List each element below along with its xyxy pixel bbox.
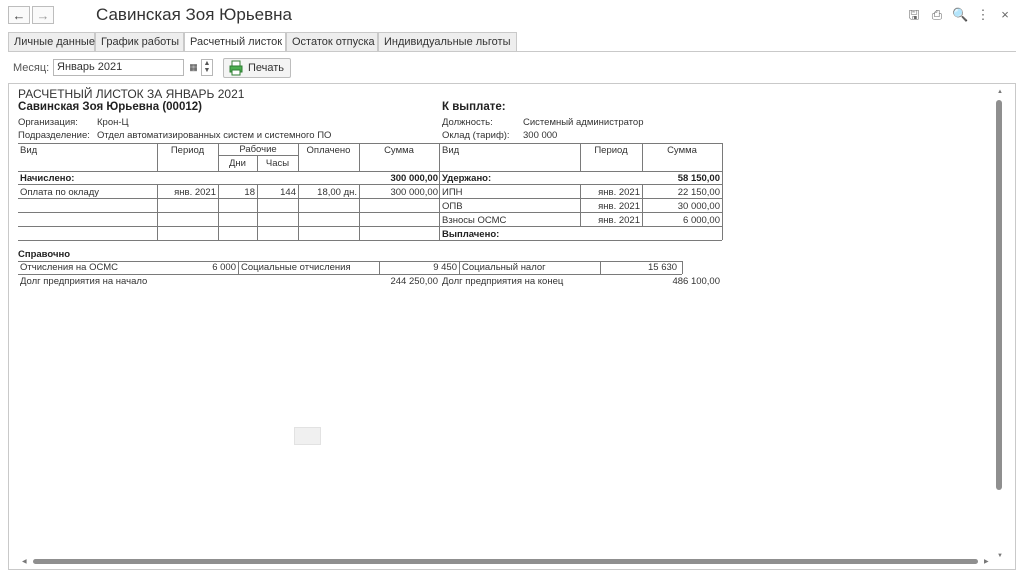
window-header: ← → Савинская Зоя Юрьевна 🖫 ⎙ 🔍 ⋮ ×	[0, 0, 1024, 30]
tab-payslip[interactable]: Расчетный листок	[184, 32, 286, 52]
debt-end-value: 486 100,00	[672, 276, 720, 287]
more-icon[interactable]: ⋮	[975, 7, 991, 23]
header-sum: Сумма	[384, 145, 414, 156]
scroll-down-icon[interactable]: ▼	[997, 553, 1003, 559]
empty-cell-marker	[294, 427, 321, 445]
printer-icon	[229, 60, 243, 76]
payslip-document: РАСЧЕТНЫЙ ЛИСТОК ЗА ЯНВАРЬ 2021 Савинска…	[18, 85, 988, 555]
reference-label: Справочно	[18, 249, 71, 260]
header-work: Рабочие	[239, 144, 277, 155]
vertical-scrollbar[interactable]	[996, 100, 1002, 490]
withheld-total: 58 150,00	[677, 173, 720, 184]
chevron-down-icon[interactable]: ▼	[202, 67, 212, 74]
payslip-heading: РАСЧЕТНЫЙ ЛИСТОК ЗА ЯНВАРЬ 2021	[18, 87, 245, 101]
salary-label: Оклад (тариф):	[442, 130, 510, 141]
debt-end-label: Долг предприятия на конец	[442, 276, 564, 287]
scroll-up-icon[interactable]: ▲	[997, 89, 1003, 95]
osms-value: 6 000	[212, 262, 236, 273]
back-button[interactable]: ←	[8, 6, 30, 24]
debt-start-value: 244 250,00	[390, 276, 438, 287]
org-label: Организация:	[18, 117, 78, 128]
header-deduction-period: Период	[594, 145, 628, 156]
accrual-paid: 18,00 дн.	[317, 187, 357, 198]
employee-name: Савинская Зоя Юрьевна (00012)	[18, 101, 202, 113]
preview-icon[interactable]: 🔍	[952, 7, 968, 23]
social-tax-value: 15 630	[648, 262, 678, 273]
deduction-period: янв. 2021	[598, 215, 640, 226]
arrow-left-icon: ←	[12, 8, 26, 23]
calendar-icon[interactable]: ▦	[187, 59, 200, 76]
arrow-right-icon: →	[36, 8, 50, 23]
deduction-kind: Взносы ОСМС	[442, 215, 507, 226]
to-pay-label: К выплате:	[442, 101, 506, 113]
deduction-kind: ИПН	[442, 187, 463, 198]
forward-button[interactable]: →	[32, 6, 54, 24]
accrual-sum: 300 000,00	[390, 187, 438, 198]
tab-vacation-balance[interactable]: Остаток отпуска	[286, 32, 378, 51]
tab-work-schedule[interactable]: График работы	[95, 32, 184, 51]
dept-label: Подразделение:	[18, 130, 90, 141]
header-hours: Часы	[265, 158, 290, 169]
scroll-left-icon[interactable]: ◀	[22, 558, 27, 565]
header-days: Дни	[229, 158, 246, 169]
tab-personal-data[interactable]: Личные данные	[8, 32, 95, 51]
print-button-label: Печать	[248, 62, 285, 74]
scroll-right-icon[interactable]: ▶	[984, 558, 989, 565]
deduction-sum: 22 150,00	[677, 187, 720, 198]
debt-start-label: Долг предприятия на начало	[20, 276, 148, 287]
print-icon[interactable]: ⎙	[929, 7, 945, 23]
header-paid: Оплачено	[306, 145, 351, 156]
deduction-sum: 6 000,00	[683, 215, 720, 226]
horizontal-scrollbar[interactable]	[33, 559, 978, 564]
header-deduction-kind: Вид	[442, 145, 460, 156]
header-deduction-sum: Сумма	[667, 145, 697, 156]
position-value: Системный администратор	[523, 117, 644, 128]
osms-label: Отчисления на ОСМС	[20, 262, 118, 273]
salary-value: 300 000	[523, 130, 558, 141]
window-title: Савинская Зоя Юрьевна	[96, 5, 292, 24]
print-button[interactable]: Печать	[223, 58, 291, 78]
social-contributions-label: Социальные отчисления	[241, 262, 351, 273]
org-value: Крон-Ц	[97, 117, 129, 128]
accrual-days: 18	[244, 187, 255, 198]
deduction-sum: 30 000,00	[677, 201, 720, 212]
position-label: Должность:	[442, 117, 493, 128]
header-kind: Вид	[20, 145, 38, 156]
deduction-period: янв. 2021	[598, 187, 640, 198]
chevron-up-icon[interactable]: ▲	[202, 60, 212, 67]
tab-divider	[8, 51, 1016, 52]
save-icon[interactable]: 🖫	[906, 7, 922, 23]
month-stepper[interactable]: ▲ ▼	[201, 59, 213, 76]
dept-value: Отдел автоматизированных систем и систем…	[97, 130, 332, 141]
tab-individual-benefits[interactable]: Индивидуальные льготы	[378, 32, 517, 51]
paid-out-label: Выплачено:	[442, 229, 500, 240]
month-label: Месяц:	[13, 62, 50, 74]
accrual-period: янв. 2021	[174, 187, 216, 198]
social-contributions-value: 9 450	[433, 262, 457, 273]
withheld-label: Удержано:	[442, 173, 492, 184]
accrual-kind: Оплата по окладу	[20, 187, 100, 198]
close-icon[interactable]: ×	[997, 7, 1013, 23]
header-period: Период	[170, 145, 205, 156]
social-tax-label: Социальный налог	[462, 262, 546, 273]
accrued-label: Начислено:	[20, 173, 75, 184]
month-input[interactable]: Январь 2021	[53, 59, 184, 76]
accrual-hours: 144	[280, 187, 296, 198]
deduction-period: янв. 2021	[598, 201, 640, 212]
deduction-kind: ОПВ	[442, 201, 463, 212]
accrued-total: 300 000,00	[390, 173, 438, 184]
